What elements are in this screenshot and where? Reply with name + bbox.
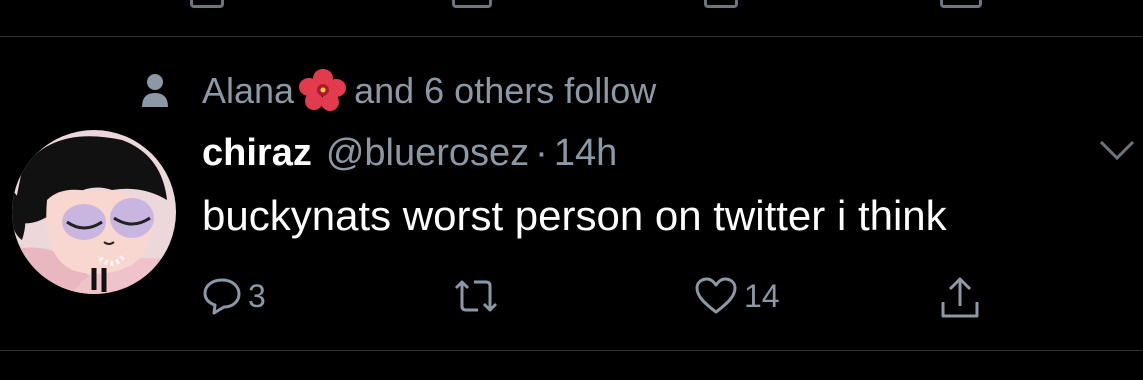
avatar-image [12, 130, 176, 294]
tweet-divider-bottom [0, 350, 1143, 351]
follow-context-text: and 6 others follow [354, 70, 657, 111]
previous-tweet-actions [0, 0, 1143, 14]
social-context[interactable]: Alana and 6 others follow [140, 68, 656, 114]
share-button[interactable] [938, 276, 988, 320]
tweet-divider [0, 36, 1143, 37]
heart-icon [695, 277, 737, 314]
timestamp[interactable]: 14h [554, 132, 617, 175]
follower-name: Alana [202, 70, 295, 111]
tweet-actions: 3 14 [202, 276, 1002, 324]
tweet-header: chiraz @bluerosez · 14h [202, 132, 617, 175]
display-name[interactable]: chiraz [202, 132, 312, 175]
reply-button[interactable]: 3 [202, 276, 266, 316]
separator-dot: · [535, 132, 548, 174]
retweet-button[interactable] [452, 276, 506, 316]
retweet-icon [454, 280, 498, 312]
reply-icon[interactable] [190, 0, 224, 8]
avatar[interactable] [12, 130, 176, 294]
retweet-icon[interactable] [452, 0, 492, 8]
person-icon [142, 74, 168, 107]
chevron-down-icon[interactable] [1098, 138, 1136, 162]
reply-icon [203, 278, 241, 315]
heart-icon[interactable] [704, 0, 738, 8]
like-button[interactable]: 14 [694, 276, 780, 316]
share-icon[interactable] [940, 0, 982, 8]
like-count: 14 [744, 277, 780, 314]
hibiscus-icon [299, 69, 347, 112]
user-handle[interactable]: @bluerosez [326, 132, 529, 175]
tweet-text: buckynats worst person on twitter i thin… [202, 192, 947, 239]
share-icon [941, 277, 979, 318]
reply-count: 3 [248, 277, 266, 314]
